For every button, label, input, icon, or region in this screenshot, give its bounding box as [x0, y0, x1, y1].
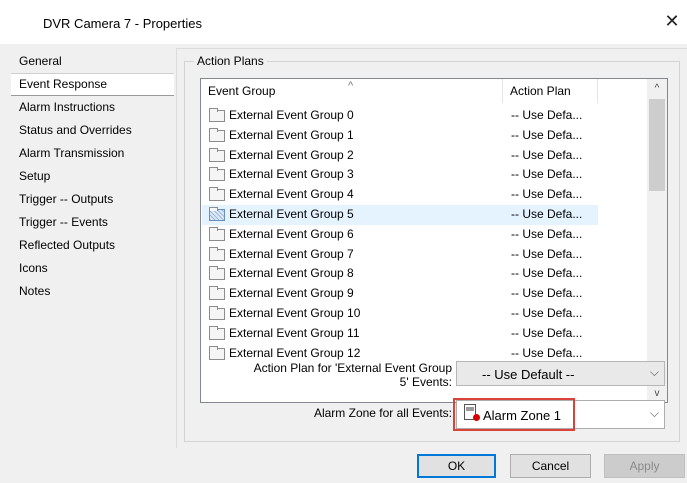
- action-plan-for-label: Action Plan for 'External Event Group 5'…: [253, 361, 452, 389]
- list-vertical-scrollbar[interactable]: ^ v: [647, 79, 667, 402]
- folder-icon: [209, 167, 225, 182]
- folder-icon: [209, 226, 225, 241]
- table-row[interactable]: External Event Group 6 -- Use Defa...: [201, 225, 647, 245]
- nav-item-alarm-transmission[interactable]: Alarm Transmission: [11, 142, 174, 165]
- nav-item-trigger-events[interactable]: Trigger -- Events: [11, 211, 174, 234]
- window-title: DVR Camera 7 - Properties: [43, 16, 202, 31]
- folder-icon: [209, 206, 225, 221]
- title-bar: DVR Camera 7 - Properties ✕: [0, 0, 687, 44]
- table-row[interactable]: External Event Group 8 -- Use Defa...: [201, 264, 647, 284]
- nav-item-trigger-outputs[interactable]: Trigger -- Outputs: [11, 188, 174, 211]
- table-row[interactable]: External Event Group 3 -- Use Defa...: [201, 165, 647, 185]
- list-header: Event Group ^ Action Plan: [201, 79, 647, 103]
- action-plan-select[interactable]: -- Use Default -- ⌵: [456, 361, 665, 386]
- chevron-down-icon: v: [654, 387, 660, 399]
- table-row[interactable]: External Event Group 7 -- Use Defa...: [201, 245, 647, 265]
- cancel-button[interactable]: Cancel: [510, 454, 591, 478]
- nav-item-status-and-overrides[interactable]: Status and Overrides: [11, 119, 174, 142]
- nav-item-notes[interactable]: Notes: [11, 280, 174, 303]
- column-header-event-group[interactable]: Event Group ^: [201, 79, 503, 103]
- table-row[interactable]: External Event Group 9 -- Use Defa...: [201, 284, 647, 304]
- scroll-up-button[interactable]: ^: [647, 79, 667, 97]
- alarm-zone-label: Alarm Zone for all Events:: [313, 406, 452, 420]
- chevron-down-icon: ⌵: [649, 406, 659, 420]
- action-plans-list[interactable]: Event Group ^ Action Plan External Event…: [200, 78, 668, 403]
- sort-ascending-icon: ^: [348, 80, 354, 92]
- chevron-up-icon: ^: [654, 82, 660, 94]
- folder-icon: [209, 147, 225, 162]
- nav-item-event-response[interactable]: Event Response: [11, 73, 174, 96]
- close-icon: ✕: [664, 10, 680, 31]
- close-button[interactable]: ✕: [657, 6, 687, 36]
- folder-icon: [209, 325, 225, 340]
- nav-item-reflected-outputs[interactable]: Reflected Outputs: [11, 234, 174, 257]
- folder-icon: [209, 266, 225, 281]
- apply-button[interactable]: Apply: [604, 454, 685, 478]
- folder-icon: [209, 127, 225, 142]
- nav-item-icons[interactable]: Icons: [11, 257, 174, 280]
- nav-item-alarm-instructions[interactable]: Alarm Instructions: [11, 96, 174, 119]
- table-row[interactable]: External Event Group 10 -- Use Defa...: [201, 304, 647, 324]
- property-pages-nav: General Event Response Alarm Instruction…: [11, 50, 174, 320]
- action-plans-group-title: Action Plans: [194, 54, 267, 68]
- folder-icon: [209, 305, 225, 320]
- alarm-zone-select-value: Alarm Zone 1: [483, 408, 562, 423]
- action-plan-select-value: -- Use Default --: [482, 367, 575, 382]
- nav-item-general[interactable]: General: [11, 50, 174, 73]
- scrollbar-thumb[interactable]: [649, 99, 665, 191]
- chevron-down-icon: ⌵: [649, 365, 659, 379]
- alarm-zone-select[interactable]: Alarm Zone 1 ⌵: [456, 400, 665, 429]
- column-header-action-plan[interactable]: Action Plan: [503, 79, 598, 103]
- folder-icon: [209, 246, 225, 261]
- folder-icon: [209, 108, 225, 122]
- table-row[interactable]: External Event Group 2 -- Use Defa...: [201, 146, 647, 166]
- nav-item-setup[interactable]: Setup: [11, 165, 174, 188]
- table-row[interactable]: External Event Group 4 -- Use Defa...: [201, 185, 647, 205]
- list-rows: External Event Group 0 -- Use Defa... Ext…: [201, 106, 647, 363]
- table-row[interactable]: External Event Group 11 -- Use Defa...: [201, 324, 647, 344]
- ok-button[interactable]: OK: [417, 454, 496, 478]
- table-row[interactable]: External Event Group 1 -- Use Defa...: [201, 126, 647, 146]
- folder-icon: [209, 286, 225, 301]
- folder-icon: [209, 187, 225, 202]
- table-row[interactable]: External Event Group 0 -- Use Defa...: [201, 106, 647, 126]
- table-row-selected[interactable]: External Event Group 5 -- Use Defa...: [201, 204, 647, 225]
- alarm-zone-icon: [464, 404, 480, 421]
- folder-icon: [209, 345, 225, 360]
